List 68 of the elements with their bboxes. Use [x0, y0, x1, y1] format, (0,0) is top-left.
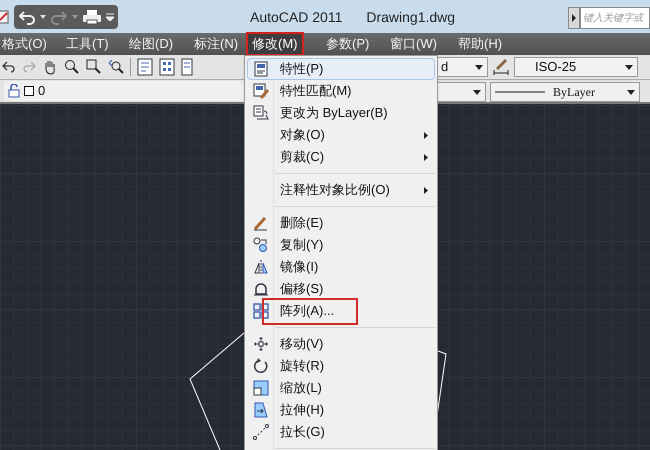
menu-item[interactable]: 移动(V) [247, 333, 435, 355]
brush-icon [253, 215, 269, 231]
drawing-icon[interactable] [0, 8, 10, 26]
caret-icon[interactable] [106, 12, 114, 20]
grid-icon [253, 303, 269, 319]
menu-item[interactable]: 注释性对象比例(O) [247, 179, 435, 201]
zoom-window-icon[interactable] [86, 59, 102, 75]
caret-icon[interactable] [40, 14, 46, 18]
menu-bar-item[interactable]: 标注(N) [190, 34, 242, 54]
document-name: Drawing1.dwg [366, 8, 456, 27]
window-title: AutoCAD 2011 [250, 8, 342, 27]
menu-item[interactable]: 特性(P) [247, 58, 435, 80]
menu-item[interactable]: 删除(E) [247, 212, 435, 234]
properties-icon[interactable] [137, 58, 153, 76]
undo-icon[interactable] [18, 8, 36, 24]
menu-bar-item[interactable]: 窗口(W) [386, 34, 441, 54]
dimension-style-dropdown[interactable]: ISO-25 [514, 57, 638, 77]
color-dropdown[interactable] [436, 82, 486, 102]
zoom-previous-icon[interactable] [108, 59, 124, 75]
menu-item[interactable]: 更改为 ByLayer(B) [247, 102, 435, 124]
layer-dropdown[interactable]: 0 [4, 81, 244, 101]
rotate-icon [253, 358, 269, 374]
color-square-icon [24, 86, 34, 96]
menu-bar-item[interactable]: 绘图(D) [125, 34, 178, 54]
menu-item[interactable]: 剪裁(C) [247, 146, 435, 168]
menu-item[interactable]: 偏移(S) [247, 278, 435, 300]
triangle-icon [572, 14, 576, 22]
menu-bar-item[interactable]: 工具(T) [62, 34, 113, 54]
lock-icon [8, 84, 20, 98]
menu-item[interactable]: 对象(O) [247, 124, 435, 146]
caret-icon [475, 64, 483, 70]
caret-icon [627, 90, 635, 94]
submenu-arrow-icon [424, 132, 428, 138]
menu-bar-item[interactable]: 参数(P) [322, 34, 374, 54]
submenu-arrow-icon [424, 186, 428, 194]
menu-item[interactable]: 特性匹配(M) [247, 80, 435, 102]
properties-icon [253, 61, 269, 77]
menu-item[interactable]: 缩放(L) [247, 377, 435, 399]
mirror-icon [253, 259, 269, 275]
menu-bar-item[interactable]: 修改(M) [248, 34, 302, 54]
search-field[interactable]: 键入关键字或 [580, 7, 650, 29]
scale-icon [253, 380, 269, 396]
undo-icon[interactable] [2, 60, 16, 74]
match-properties-icon [253, 83, 269, 99]
caret-icon [473, 90, 481, 94]
menu-item[interactable]: 复制(Y) [247, 234, 435, 256]
menu-item[interactable]: 拉长(G) [247, 421, 435, 443]
copy-icon [253, 237, 269, 253]
expand-button[interactable] [568, 7, 580, 29]
submenu-arrow-icon [424, 154, 428, 160]
layer-change-icon [253, 105, 269, 121]
menu-bar-item[interactable]: 格式(O) [0, 34, 51, 54]
move-icon [253, 336, 269, 352]
caret-icon [625, 64, 633, 70]
menu-bar-item[interactable]: 帮助(H) [454, 34, 506, 54]
lengthen-icon [253, 424, 269, 440]
menu-item[interactable]: 拉伸(H) [247, 399, 435, 421]
linetype-dropdown[interactable]: ByLayer [490, 82, 640, 102]
menu-item[interactable]: 阵列(A)... [247, 300, 435, 322]
line-sample-icon [495, 90, 545, 94]
offset-icon [253, 281, 269, 297]
menu-item[interactable]: 镜像(I) [247, 256, 435, 278]
text-style-dropdown[interactable]: d [436, 57, 488, 77]
printer-icon[interactable] [82, 8, 102, 24]
menu-item[interactable]: 旋转(R) [247, 355, 435, 377]
dimension-style-icon[interactable] [492, 58, 510, 76]
stretch-icon [253, 402, 269, 418]
zoom-icon[interactable] [64, 59, 80, 75]
